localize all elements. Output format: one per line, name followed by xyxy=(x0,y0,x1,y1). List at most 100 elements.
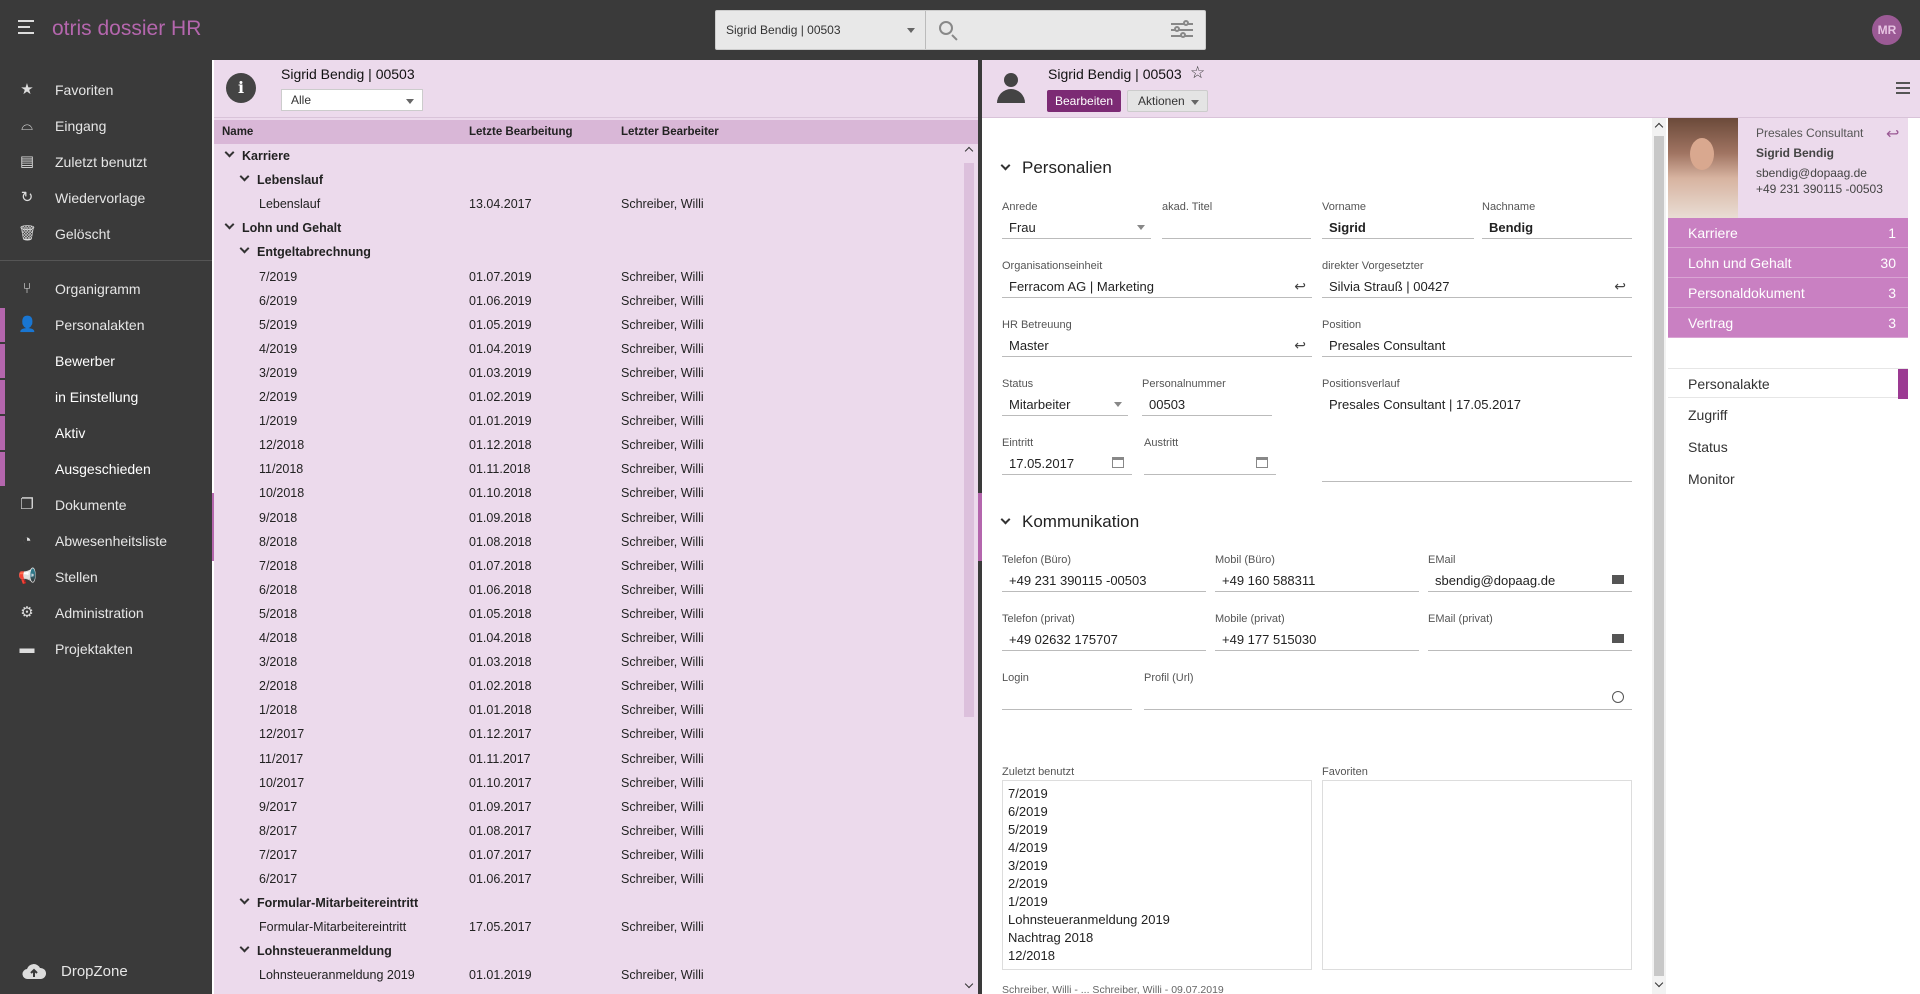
entry-date-field[interactable]: 17.05.2017 xyxy=(1002,451,1132,475)
mail-icon[interactable] xyxy=(1612,634,1624,643)
tree-row[interactable]: 1/2019 01.01.2019 Schreiber, Willi xyxy=(214,409,964,433)
reply-arrow-icon[interactable]: ↩ xyxy=(1886,124,1899,144)
tab-personalakte[interactable]: Personalakte xyxy=(1668,368,1908,399)
reply-arrow-icon[interactable]: ↩ xyxy=(1294,278,1306,295)
tree-row[interactable]: 9/2018 01.09.2018 Schreiber, Willi xyxy=(214,506,964,530)
tree-row[interactable]: 1/2018 01.01.2018 Schreiber, Willi xyxy=(214,698,964,722)
sidebar-subitem-ausgeschieden[interactable]: Ausgeschieden xyxy=(0,452,212,486)
recent-item[interactable]: 1/2019 xyxy=(1008,894,1306,912)
column-header-last-editor[interactable]: Letzter Bearbeiter xyxy=(621,126,719,138)
chevron-down-icon[interactable] xyxy=(239,942,250,953)
search-icon[interactable] xyxy=(938,20,960,42)
tree-row[interactable]: 7/2019 01.07.2019 Schreiber, Willi xyxy=(214,265,964,289)
category-karriere[interactable]: Karriere 1 xyxy=(1668,218,1908,248)
filter-settings-icon[interactable] xyxy=(1171,20,1193,39)
scroll-down-icon[interactable] xyxy=(1654,978,1664,988)
tree-filter-select[interactable]: Alle xyxy=(281,89,423,111)
tree-row[interactable]: 8/2018 01.08.2018 Schreiber, Willi xyxy=(214,530,964,554)
search-scope-select[interactable]: Sigrid Bendig | 00503 xyxy=(716,11,926,49)
sidebar-subitem-bewerber[interactable]: Bewerber xyxy=(0,344,212,378)
academic-title-field[interactable] xyxy=(1162,215,1311,239)
tree-row[interactable]: 11/2018 01.11.2018 Schreiber, Willi xyxy=(214,457,964,481)
tree-row[interactable]: 6/2019 01.06.2019 Schreiber, Willi xyxy=(214,289,964,313)
tree-group-row[interactable]: Lohn und Gehalt xyxy=(214,216,964,240)
tree-row[interactable]: Formular-Mitarbeitereintritt 17.05.2017 Sc… xyxy=(214,915,964,939)
sidebar-item-projektakten[interactable]: ▬ Projektakten xyxy=(0,632,212,666)
column-header-last-edit[interactable]: Letzte Bearbeitung xyxy=(469,126,573,138)
sidebar-item-wiedervorlage[interactable]: ↻ Wiedervorlage xyxy=(0,181,212,215)
hr-support-field[interactable]: Master ↩ xyxy=(1002,333,1312,357)
tree-row[interactable]: 8/2017 01.08.2017 Schreiber, Willi xyxy=(214,819,964,843)
tree-scrollbar-thumb[interactable] xyxy=(964,163,974,717)
personnel-number-field[interactable]: 00503 xyxy=(1142,392,1272,416)
sidebar-item-eingang[interactable]: ⌓ Eingang xyxy=(0,109,212,143)
tree-row[interactable]: 6/2018 01.06.2018 Schreiber, Willi xyxy=(214,578,964,602)
mail-icon[interactable] xyxy=(1612,575,1624,584)
tree-row[interactable]: 4/2018 01.04.2018 Schreiber, Willi xyxy=(214,626,964,650)
actions-dropdown-button[interactable]: Aktionen xyxy=(1127,90,1208,112)
tree-row[interactable]: 6/2017 01.06.2017 Schreiber, Willi xyxy=(214,867,964,891)
tab-monitor[interactable]: Monitor xyxy=(1668,464,1908,494)
recent-item[interactable]: 7/2019 xyxy=(1008,786,1306,804)
tree-row[interactable]: 2/2018 01.02.2018 Schreiber, Willi xyxy=(214,674,964,698)
sidebar-item-administration[interactable]: ⚙ Administration xyxy=(0,596,212,630)
tree-row[interactable]: Lohnsteueranmeldung 2019 01.01.2019 Schrei… xyxy=(214,963,964,987)
tree-row[interactable]: 4/2019 01.04.2019 Schreiber, Willi xyxy=(214,337,964,361)
category-personaldokument[interactable]: Personaldokument 3 xyxy=(1668,278,1908,308)
tree-row[interactable]: 7/2018 01.07.2018 Schreiber, Willi xyxy=(214,554,964,578)
tree-group-row[interactable]: Lebenslauf xyxy=(214,168,964,192)
tree-row[interactable]: 11/2017 01.11.2017 Schreiber, Willi xyxy=(214,747,964,771)
favorite-star-icon[interactable]: ☆ xyxy=(1190,63,1205,83)
calendar-icon[interactable] xyxy=(1256,457,1268,468)
chevron-down-icon[interactable] xyxy=(239,243,250,254)
status-select[interactable]: Mitarbeiter xyxy=(1002,392,1128,416)
chevron-down-icon[interactable] xyxy=(224,147,235,158)
first-name-field[interactable]: Sigrid xyxy=(1322,215,1474,239)
recent-item[interactable]: 2/2019 xyxy=(1008,876,1306,894)
org-unit-field[interactable]: Ferracom AG | Marketing ↩ xyxy=(1002,274,1312,298)
private-mobile-field[interactable]: +49 177 515030 xyxy=(1215,627,1419,651)
sidebar-item-zuletzt-benutzt[interactable]: ▤ Zuletzt benutzt xyxy=(0,145,212,179)
globe-icon[interactable] xyxy=(1612,691,1624,703)
recent-item[interactable]: 5/2019 xyxy=(1008,822,1306,840)
recent-item[interactable]: Lohnsteueranmeldung 2019 xyxy=(1008,912,1306,930)
last-name-field[interactable]: Bendig xyxy=(1482,215,1632,239)
reply-arrow-icon[interactable]: ↩ xyxy=(1614,278,1626,295)
reply-arrow-icon[interactable]: ↩ xyxy=(1294,337,1306,354)
sidebar-subitem-aktiv[interactable]: Aktiv xyxy=(0,416,212,450)
email-field[interactable]: sbendig@dopaag.de xyxy=(1428,568,1632,592)
form-scrollbar[interactable] xyxy=(1652,118,1666,994)
recent-item[interactable]: Nachtrag 2018 xyxy=(1008,930,1306,948)
edit-button[interactable]: Bearbeiten xyxy=(1047,90,1122,112)
category-vertrag[interactable]: Vertrag 3 xyxy=(1668,308,1908,338)
calendar-icon[interactable] xyxy=(1112,457,1124,468)
salutation-select[interactable]: Frau xyxy=(1002,215,1151,239)
profile-email[interactable]: sbendig@dopaag.de xyxy=(1756,166,1867,180)
tab-status[interactable]: Status xyxy=(1668,432,1908,462)
tree-row[interactable]: 2/2019 01.02.2019 Schreiber, Willi xyxy=(214,385,964,409)
info-icon[interactable]: i xyxy=(226,73,256,103)
sidebar-item-geloescht[interactable]: 🗑 Gelöscht xyxy=(0,217,212,251)
private-email-field[interactable] xyxy=(1428,627,1632,651)
hamburger-menu-icon[interactable] xyxy=(18,20,34,36)
tree-row[interactable]: 12/2018 01.12.2018 Schreiber, Willi xyxy=(214,433,964,457)
tab-zugriff[interactable]: Zugriff xyxy=(1668,400,1908,430)
tree-row[interactable]: 3/2018 01.03.2018 Schreiber, Willi xyxy=(214,650,964,674)
tree-group-row[interactable]: Entgeltabrechnung xyxy=(214,240,964,264)
scroll-up-icon[interactable] xyxy=(1654,122,1664,132)
chevron-down-icon[interactable] xyxy=(239,894,250,905)
sidebar-subitem-in-einstellung[interactable]: in Einstellung xyxy=(0,380,212,414)
login-field[interactable] xyxy=(1002,686,1132,710)
sidebar-item-abwesenheitsliste[interactable]: ◔ Abwesenheitsliste xyxy=(0,524,212,558)
recent-item[interactable]: 3/2019 xyxy=(1008,858,1306,876)
private-phone-field[interactable]: +49 02632 175707 xyxy=(1002,627,1206,651)
sidebar-item-stellen[interactable]: 📢 Stellen xyxy=(0,560,212,594)
position-field[interactable]: Presales Consultant xyxy=(1322,333,1632,357)
office-mobile-field[interactable]: +49 160 588311 xyxy=(1215,568,1419,592)
tree-row[interactable]: 12/2017 01.12.2017 Schreiber, Willi xyxy=(214,722,964,746)
recent-item[interactable]: 12/2018 xyxy=(1008,948,1306,966)
dropzone[interactable]: DropZone xyxy=(0,950,212,994)
office-phone-field[interactable]: +49 231 390115 -00503 xyxy=(1002,568,1206,592)
tree-group-row[interactable]: Lohnsteueranmeldung xyxy=(214,939,964,963)
recent-item[interactable]: 4/2019 xyxy=(1008,840,1306,858)
